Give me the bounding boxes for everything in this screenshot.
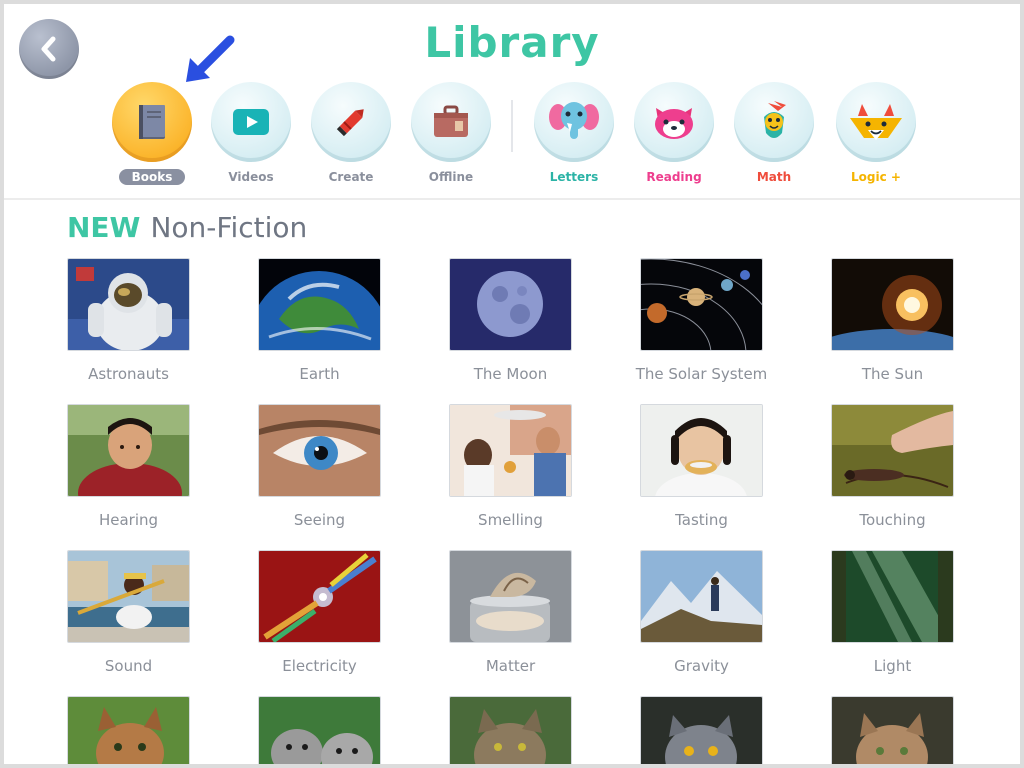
nav-letters[interactable]: Letters	[532, 82, 616, 184]
book-title: Matter	[485, 657, 536, 675]
book-title: Tasting	[675, 511, 728, 529]
nav-create[interactable]: Create	[309, 82, 393, 184]
book-title: The Moon	[473, 365, 548, 383]
book-tile-electricity[interactable]: Electricity	[258, 550, 381, 675]
offline-bubble[interactable]	[411, 82, 491, 162]
nav-logic[interactable]: Logic +	[834, 82, 918, 184]
book-title: Earth	[299, 365, 340, 383]
book-cover-the-moon[interactable]	[449, 258, 572, 351]
crayon-icon	[336, 109, 364, 137]
suitcase-icon	[434, 105, 468, 137]
book-title: The Sun	[861, 365, 924, 383]
bird-icon	[764, 101, 786, 138]
page-title: Library	[424, 18, 600, 67]
nav-label-math: Math	[756, 170, 792, 184]
book-tile-tasting[interactable]: Tasting	[640, 404, 763, 529]
book-cover-astronauts[interactable]	[67, 258, 190, 351]
book-tile-the-moon[interactable]: The Moon	[449, 258, 572, 383]
book-cover-cat-1[interactable]	[67, 696, 190, 764]
book-cover-cat-4[interactable]	[640, 696, 763, 764]
book-cover-sound[interactable]	[67, 550, 190, 643]
nav-label-offline: Offline	[428, 170, 474, 184]
nav-reading[interactable]: Reading	[632, 82, 716, 184]
book-tile-the-sun[interactable]: The Sun	[831, 258, 954, 383]
book-cover-the-sun[interactable]	[831, 258, 954, 351]
book-tile-earth[interactable]: Earth	[258, 258, 381, 383]
book-title: Touching	[859, 511, 926, 529]
book-tile-touching[interactable]: Touching	[831, 404, 954, 529]
nav-label-books: Books	[118, 169, 186, 185]
book-cover-cat-2[interactable]	[258, 696, 381, 764]
book-tile-cat-4[interactable]	[640, 696, 763, 764]
section-heading: NEW Non-Fiction	[67, 211, 307, 244]
create-bubble[interactable]	[311, 82, 391, 162]
nav-label-reading: Reading	[646, 170, 702, 184]
reading-bubble[interactable]	[634, 82, 714, 162]
nav-math[interactable]: Math	[732, 82, 816, 184]
book-tile-cat-3[interactable]	[449, 696, 572, 764]
book-cover-touching[interactable]	[831, 404, 954, 497]
header: Library Books Videos Create Offline Lett…	[4, 4, 1020, 200]
book-title: Light	[873, 657, 912, 675]
book-tile-smelling[interactable]: Smelling	[449, 404, 572, 529]
book-tile-matter[interactable]: Matter	[449, 550, 572, 675]
book-tile-cat-5[interactable]	[831, 696, 954, 764]
nav-label-letters: Letters	[549, 170, 599, 184]
nav-label-logic: Logic +	[851, 170, 901, 184]
book-title: Gravity	[674, 657, 729, 675]
book-cover-electricity[interactable]	[258, 550, 381, 643]
new-badge: NEW	[67, 211, 141, 244]
book-cover-tasting[interactable]	[640, 404, 763, 497]
nav-label-videos: Videos	[228, 170, 274, 184]
book-tile-the-solar-system[interactable]: The Solar System	[636, 258, 767, 383]
red-panda-icon	[655, 108, 693, 139]
book-cover-earth[interactable]	[258, 258, 381, 351]
nav-offline[interactable]: Offline	[409, 82, 493, 184]
book-title: The Solar System	[635, 365, 768, 383]
book-tile-hearing[interactable]: Hearing	[67, 404, 190, 529]
book-tile-cat-2[interactable]	[258, 696, 381, 764]
book-title: Astronauts	[88, 365, 169, 383]
video-play-icon	[233, 109, 269, 135]
book-tile-light[interactable]: Light	[831, 550, 954, 675]
nav-books[interactable]: Books	[110, 82, 194, 185]
book-tile-seeing[interactable]: Seeing	[258, 404, 381, 529]
nav-videos[interactable]: Videos	[209, 82, 293, 184]
book-cover-smelling[interactable]	[449, 404, 572, 497]
book-title: Seeing	[293, 511, 346, 529]
app-frame: Library Books Videos Create Offline Lett…	[4, 4, 1020, 764]
book-cover-matter[interactable]	[449, 550, 572, 643]
books-bubble[interactable]	[112, 82, 192, 162]
book-cover-cat-5[interactable]	[831, 696, 954, 764]
section-title: Non-Fiction	[150, 211, 308, 244]
book-title: Hearing	[98, 511, 159, 529]
book-icon	[139, 105, 165, 139]
book-title: Sound	[104, 657, 153, 675]
book-tile-cat-1[interactable]	[67, 696, 190, 764]
nav-divider	[511, 100, 513, 152]
fox-icon	[850, 104, 902, 140]
book-cover-the-solar-system[interactable]	[640, 258, 763, 351]
book-title: Electricity	[282, 657, 357, 675]
letters-bubble[interactable]	[534, 82, 614, 162]
elephant-icon	[549, 102, 599, 139]
nav-label-create: Create	[328, 170, 374, 184]
book-cover-cat-3[interactable]	[449, 696, 572, 764]
book-cover-gravity[interactable]	[640, 550, 763, 643]
book-title: Smelling	[478, 511, 543, 529]
book-tile-sound[interactable]: Sound	[67, 550, 190, 675]
logic-bubble[interactable]	[836, 82, 916, 162]
math-bubble[interactable]	[734, 82, 814, 162]
book-tile-gravity[interactable]: Gravity	[640, 550, 763, 675]
book-cover-hearing[interactable]	[67, 404, 190, 497]
book-cover-seeing[interactable]	[258, 404, 381, 497]
videos-bubble[interactable]	[211, 82, 291, 162]
book-tile-astronauts[interactable]: Astronauts	[67, 258, 190, 383]
arrow-pointer-icon	[186, 35, 235, 82]
book-cover-light[interactable]	[831, 550, 954, 643]
